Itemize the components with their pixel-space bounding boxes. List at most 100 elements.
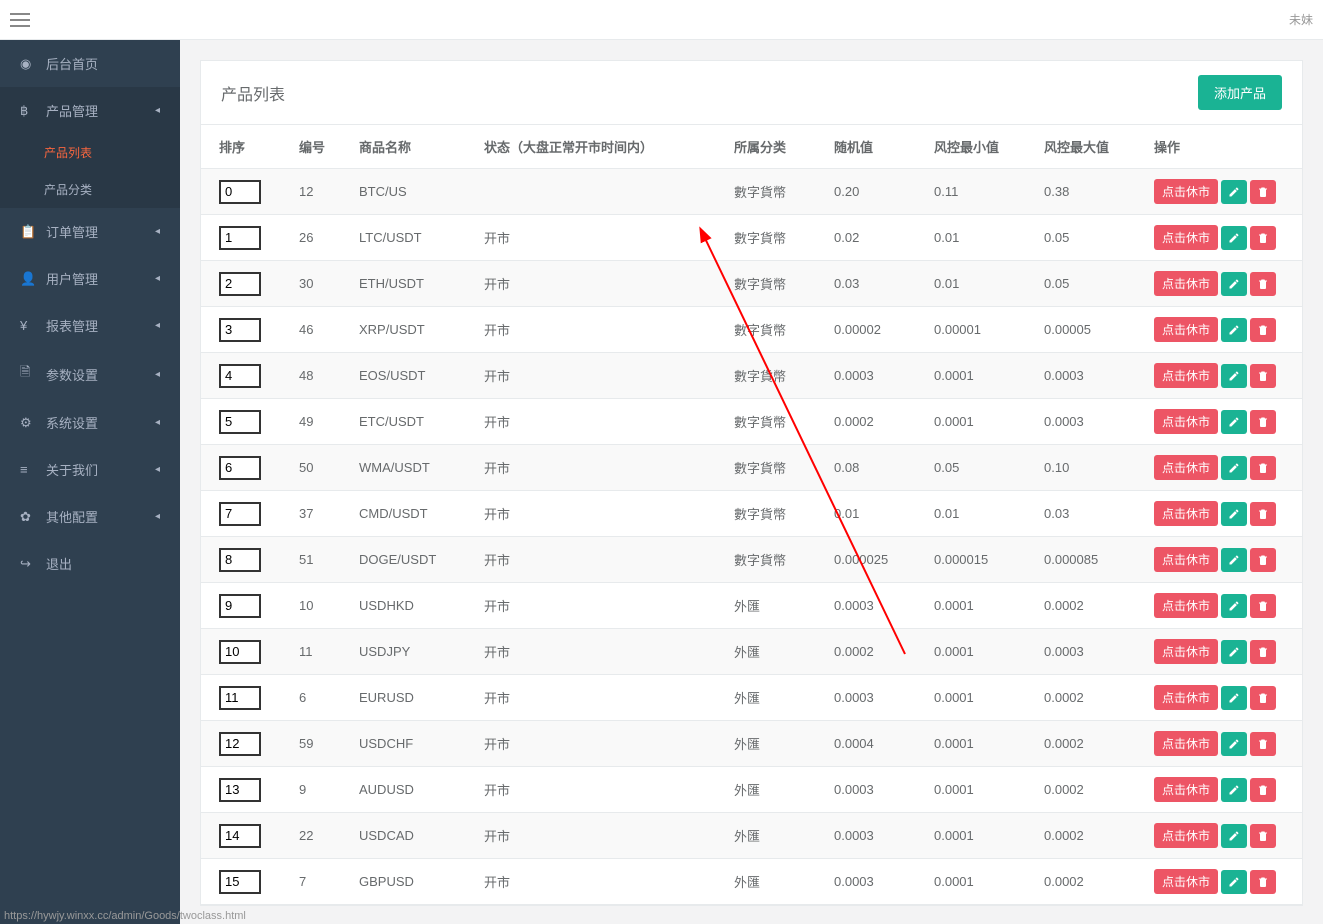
edit-button[interactable] bbox=[1221, 594, 1247, 618]
sort-input[interactable] bbox=[219, 226, 261, 250]
col-header-1: 编号 bbox=[291, 125, 351, 169]
sort-input[interactable] bbox=[219, 502, 261, 526]
sort-input[interactable] bbox=[219, 640, 261, 664]
cell-name: AUDUSD bbox=[351, 767, 476, 813]
cell-cat: 外匯 bbox=[726, 583, 826, 629]
cell-status: 开市 bbox=[476, 261, 726, 307]
close-market-button[interactable]: 点击休市 bbox=[1154, 869, 1218, 894]
sidebar-item-6[interactable]: ⚙系统设置◂ bbox=[0, 399, 180, 446]
edit-button[interactable] bbox=[1221, 272, 1247, 296]
close-market-button[interactable]: 点击休市 bbox=[1154, 363, 1218, 388]
cell-id: 26 bbox=[291, 215, 351, 261]
delete-button[interactable] bbox=[1250, 870, 1276, 894]
sort-input[interactable] bbox=[219, 272, 261, 296]
delete-button[interactable] bbox=[1250, 364, 1276, 388]
delete-button[interactable] bbox=[1250, 640, 1276, 664]
sidebar-item-1[interactable]: ฿产品管理◂ bbox=[0, 87, 180, 134]
delete-button[interactable] bbox=[1250, 318, 1276, 342]
sort-input[interactable] bbox=[219, 824, 261, 848]
close-market-button[interactable]: 点击休市 bbox=[1154, 317, 1218, 342]
delete-button[interactable] bbox=[1250, 778, 1276, 802]
sidebar-item-4[interactable]: ¥报表管理◂ bbox=[0, 302, 180, 349]
delete-button[interactable] bbox=[1250, 824, 1276, 848]
edit-button[interactable] bbox=[1221, 364, 1247, 388]
edit-button[interactable] bbox=[1221, 456, 1247, 480]
cell-rand: 0.01 bbox=[826, 491, 926, 537]
sidebar-item-9[interactable]: ↪退出 bbox=[0, 540, 180, 587]
delete-button[interactable] bbox=[1250, 502, 1276, 526]
sidebar-item-label: 退出 bbox=[46, 554, 72, 573]
sidebar-item-2[interactable]: 📋订单管理◂ bbox=[0, 208, 180, 255]
edit-button[interactable] bbox=[1221, 548, 1247, 572]
cell-status: 开市 bbox=[476, 813, 726, 859]
delete-button[interactable] bbox=[1250, 456, 1276, 480]
sidebar-item-label: 参数设置 bbox=[46, 365, 98, 384]
sidebar-subitem-0[interactable]: 产品列表 bbox=[0, 134, 180, 171]
delete-button[interactable] bbox=[1250, 226, 1276, 250]
page-title: 产品列表 bbox=[221, 81, 285, 105]
sort-input[interactable] bbox=[219, 410, 261, 434]
delete-button[interactable] bbox=[1250, 686, 1276, 710]
edit-button[interactable] bbox=[1221, 778, 1247, 802]
delete-button[interactable] bbox=[1250, 410, 1276, 434]
edit-button[interactable] bbox=[1221, 640, 1247, 664]
close-market-button[interactable]: 点击休市 bbox=[1154, 409, 1218, 434]
edit-button[interactable] bbox=[1221, 732, 1247, 756]
sort-input[interactable] bbox=[219, 548, 261, 572]
edit-button[interactable] bbox=[1221, 502, 1247, 526]
delete-button[interactable] bbox=[1250, 732, 1276, 756]
sidebar-item-5[interactable]: 🗎参数设置◂ bbox=[0, 349, 180, 399]
sort-input[interactable] bbox=[219, 318, 261, 342]
edit-button[interactable] bbox=[1221, 318, 1247, 342]
cell-cat: 外匯 bbox=[726, 675, 826, 721]
sort-input[interactable] bbox=[219, 686, 261, 710]
sidebar-item-3[interactable]: 👤用户管理◂ bbox=[0, 255, 180, 302]
cell-name: LTC/USDT bbox=[351, 215, 476, 261]
close-market-button[interactable]: 点击休市 bbox=[1154, 823, 1218, 848]
close-market-button[interactable]: 点击休市 bbox=[1154, 271, 1218, 296]
menu-toggle-icon[interactable] bbox=[10, 9, 30, 31]
close-market-button[interactable]: 点击休市 bbox=[1154, 547, 1218, 572]
delete-button[interactable] bbox=[1250, 594, 1276, 618]
close-market-button[interactable]: 点击休市 bbox=[1154, 639, 1218, 664]
table-row: 30ETH/USDT开市數字貨幣0.030.010.05点击休市 bbox=[201, 261, 1302, 307]
cell-status bbox=[476, 169, 726, 215]
edit-button[interactable] bbox=[1221, 870, 1247, 894]
cog-icon: ✿ bbox=[20, 509, 38, 525]
sort-input[interactable] bbox=[219, 594, 261, 618]
close-market-button[interactable]: 点击休市 bbox=[1154, 225, 1218, 250]
sidebar-subitem-1[interactable]: 产品分类 bbox=[0, 171, 180, 208]
close-market-button[interactable]: 点击休市 bbox=[1154, 501, 1218, 526]
sort-input[interactable] bbox=[219, 870, 261, 894]
add-product-button[interactable]: 添加产品 bbox=[1198, 75, 1282, 110]
edit-button[interactable] bbox=[1221, 180, 1247, 204]
close-market-button[interactable]: 点击休市 bbox=[1154, 777, 1218, 802]
close-market-button[interactable]: 点击休市 bbox=[1154, 685, 1218, 710]
close-market-button[interactable]: 点击休市 bbox=[1154, 179, 1218, 204]
cell-name: USDHKD bbox=[351, 583, 476, 629]
edit-button[interactable] bbox=[1221, 686, 1247, 710]
sort-input[interactable] bbox=[219, 180, 261, 204]
sidebar-item-0[interactable]: ◉后台首页 bbox=[0, 40, 180, 87]
sidebar-item-8[interactable]: ✿其他配置◂ bbox=[0, 493, 180, 540]
cell-id: 30 bbox=[291, 261, 351, 307]
cell-max: 0.0003 bbox=[1036, 353, 1146, 399]
close-market-button[interactable]: 点击休市 bbox=[1154, 593, 1218, 618]
sidebar-item-label: 关于我们 bbox=[46, 460, 98, 479]
sort-input[interactable] bbox=[219, 732, 261, 756]
close-market-button[interactable]: 点击休市 bbox=[1154, 731, 1218, 756]
sort-input[interactable] bbox=[219, 456, 261, 480]
file-icon: 🗎 bbox=[20, 363, 38, 385]
sidebar-item-7[interactable]: ≡关于我们◂ bbox=[0, 446, 180, 493]
table-row: 10USDHKD开市外匯0.00030.00010.0002点击休市 bbox=[201, 583, 1302, 629]
cell-rand: 0.02 bbox=[826, 215, 926, 261]
sort-input[interactable] bbox=[219, 364, 261, 388]
edit-button[interactable] bbox=[1221, 410, 1247, 434]
edit-button[interactable] bbox=[1221, 824, 1247, 848]
delete-button[interactable] bbox=[1250, 272, 1276, 296]
edit-button[interactable] bbox=[1221, 226, 1247, 250]
delete-button[interactable] bbox=[1250, 180, 1276, 204]
delete-button[interactable] bbox=[1250, 548, 1276, 572]
close-market-button[interactable]: 点击休市 bbox=[1154, 455, 1218, 480]
sort-input[interactable] bbox=[219, 778, 261, 802]
